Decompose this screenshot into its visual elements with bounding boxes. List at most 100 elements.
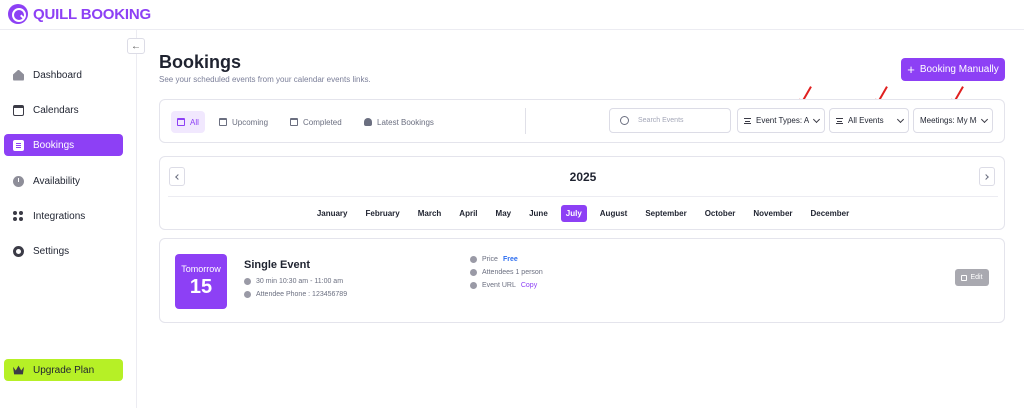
integrations-icon [13, 210, 24, 222]
calendar-icon [13, 104, 24, 116]
booking-card[interactable]: Tomorrow 15 Single Event 30 min 10:30 am… [159, 238, 1005, 323]
meetings-value: Meetings: My Me [920, 116, 977, 125]
month-selector: 2025 January February March April May Ju… [159, 156, 1005, 230]
month-september[interactable]: September [640, 205, 691, 222]
edit-button[interactable]: Edit [955, 269, 989, 286]
location-pin-icon [244, 291, 251, 298]
price-row: Price Free [470, 256, 518, 263]
month-january[interactable]: January [312, 205, 353, 222]
chevron-down-icon [896, 115, 905, 123]
sidebar-item-label: Bookings [33, 139, 75, 151]
sidebar: ← Dashboard Calendars Bookings Availabil… [0, 30, 145, 408]
event-types-value: Event Types: Al [756, 116, 809, 125]
filter-icon [744, 117, 751, 124]
calendar-icon [219, 118, 227, 126]
event-time-text: 30 min 10:30 am - 11:00 am [256, 278, 344, 285]
booking-day-number: 15 [189, 276, 213, 298]
collapse-sidebar-button[interactable]: ← [127, 38, 145, 54]
tab-label: Completed [303, 117, 342, 127]
tab-latest-bookings[interactable]: Latest Bookings [358, 111, 440, 133]
attendees-row: Attendees 1 person [470, 269, 543, 276]
month-july[interactable]: July [560, 205, 587, 222]
search-placeholder: Search Events [638, 117, 684, 124]
sidebar-item-bookings[interactable]: Bookings [4, 134, 123, 156]
page-subtitle: See your scheduled events from your cale… [159, 75, 371, 84]
upgrade-plan-label: Upgrade Plan [33, 364, 95, 376]
upgrade-plan-button[interactable]: Upgrade Plan [4, 359, 123, 381]
price-label: Price [482, 256, 498, 263]
attendees-text: Attendees 1 person [482, 269, 543, 276]
handshake-icon [470, 256, 477, 263]
calendar-icon [177, 118, 185, 126]
top-bar: QUILL BOOKING [0, 0, 1024, 30]
chevron-right-icon [983, 173, 989, 180]
month-april[interactable]: April [454, 205, 482, 222]
page-title: Bookings [159, 52, 242, 72]
price-value: Free [502, 256, 518, 263]
month-june[interactable]: June [524, 205, 553, 222]
chevron-down-icon [980, 115, 989, 123]
calendar-check-icon [290, 118, 298, 126]
month-december[interactable]: December [806, 205, 855, 222]
divider [168, 196, 998, 197]
month-february[interactable]: February [361, 205, 405, 222]
link-icon [470, 282, 477, 289]
attendee-phone: Attendee Phone : 123456789 [244, 291, 347, 298]
copy-link[interactable]: Copy [521, 282, 537, 289]
event-url-row: Event URL Copy [470, 282, 537, 289]
sidebar-item-integrations[interactable]: Integrations [4, 205, 123, 227]
edit-label: Edit [970, 274, 983, 281]
month-november[interactable]: November [748, 205, 797, 222]
bookings-icon [13, 139, 24, 151]
all-events-value: All Events [848, 116, 884, 125]
crown-icon [13, 365, 24, 375]
arrow-left-icon: ← [131, 40, 141, 52]
tab-all[interactable]: All [171, 111, 205, 133]
sidebar-item-label: Calendars [33, 104, 79, 116]
home-icon [13, 69, 24, 81]
event-url-label: Event URL [482, 282, 516, 289]
booking-day-label: Tomorrow [181, 264, 221, 274]
sidebar-item-dashboard[interactable]: Dashboard [4, 64, 123, 86]
tab-completed[interactable]: Completed [284, 111, 348, 133]
sidebar-item-availability[interactable]: Availability [4, 170, 123, 192]
brand-name: QUILL BOOKING [33, 5, 151, 23]
all-events-dropdown[interactable]: All Events [829, 108, 909, 133]
month-october[interactable]: October [700, 205, 741, 222]
sidebar-item-settings[interactable]: Settings [4, 240, 123, 262]
quill-logo-icon [8, 4, 28, 24]
clock-icon [244, 278, 251, 285]
event-title: Single Event [244, 259, 311, 271]
sidebar-item-label: Availability [33, 175, 81, 187]
search-input[interactable]: Search Events [609, 108, 731, 133]
tab-upcoming[interactable]: Upcoming [213, 111, 274, 133]
tab-label: All [190, 117, 199, 127]
event-types-dropdown[interactable]: Event Types: Al [737, 108, 825, 133]
sidebar-item-label: Integrations [33, 210, 86, 222]
attendee-phone-text: Attendee Phone : 123456789 [256, 291, 348, 298]
chevron-down-icon [812, 115, 821, 123]
month-list: January February March April May June Ju… [160, 205, 1006, 222]
booking-date-badge: Tomorrow 15 [175, 254, 227, 309]
divider [525, 108, 526, 134]
meetings-dropdown[interactable]: Meetings: My Me [913, 108, 993, 133]
tab-label: Upcoming [232, 117, 269, 127]
month-may[interactable]: May [491, 205, 517, 222]
clock-icon [13, 175, 24, 187]
year-label: 2025 [569, 170, 597, 184]
list-icon [836, 117, 843, 124]
booking-manually-button[interactable]: + Booking Manually [901, 58, 1005, 81]
event-time: 30 min 10:30 am - 11:00 am [244, 278, 343, 285]
brand[interactable]: QUILL BOOKING [8, 4, 151, 24]
edit-icon [961, 274, 968, 281]
sidebar-item-label: Settings [33, 245, 70, 257]
month-august[interactable]: August [595, 205, 633, 222]
people-icon [364, 118, 372, 126]
sidebar-item-label: Dashboard [33, 69, 82, 81]
gear-icon [13, 245, 24, 257]
filter-bar: All Upcoming Completed Latest Bookings S… [159, 99, 1005, 143]
month-march[interactable]: March [413, 205, 447, 222]
next-year-button[interactable] [979, 167, 995, 186]
sidebar-item-calendars[interactable]: Calendars [4, 99, 123, 121]
attendees-icon [470, 269, 477, 276]
